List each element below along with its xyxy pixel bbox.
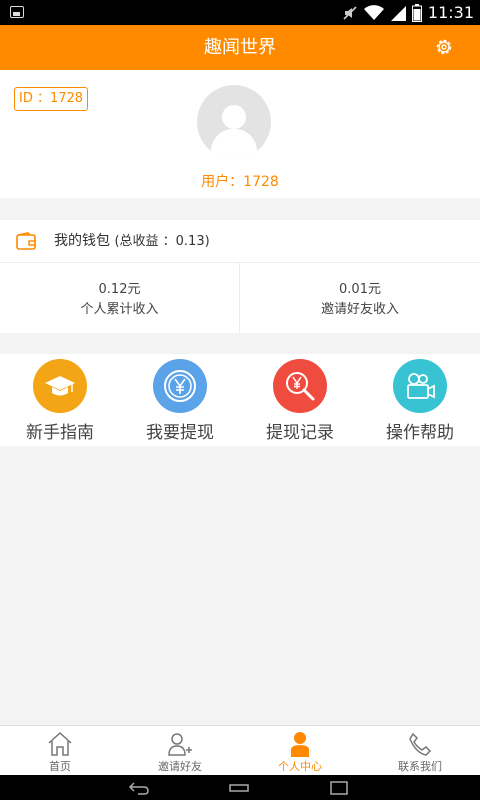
nav-item-invite-friends[interactable]: 邀请好友 (120, 726, 240, 776)
add-friend-icon (168, 733, 192, 756)
personal-income-label: 个人累计收入 (80, 302, 159, 317)
phone-icon (409, 732, 432, 756)
nav-item-contact-us[interactable]: 联系我们 (360, 726, 480, 776)
wallet-title: 我的钱包 (54, 233, 110, 249)
feature-menu: 新手指南 我要提现 提现记录 操作帮助 (0, 354, 480, 446)
bottom-nav: 首页 邀请好友 个人中心 联系我们 (0, 725, 480, 775)
nav-item-personal-center[interactable]: 个人中心 (240, 726, 360, 776)
nav-label: 首页 (49, 760, 71, 773)
home-button-icon[interactable] (229, 781, 249, 795)
video-camera-icon (393, 359, 447, 413)
mute-icon (343, 5, 357, 20)
menu-item-beginner-guide[interactable]: 新手指南 (0, 354, 120, 446)
menu-label: 提现记录 (266, 423, 334, 443)
signal-icon (390, 5, 406, 21)
wallet-section: 我的钱包 (总收益 ：0.13) 0.12元 个人累计收入 0.01元 邀请好友… (0, 220, 480, 333)
personal-income[interactable]: 0.12元 个人累计收入 (0, 263, 240, 333)
home-icon (48, 731, 72, 756)
nav-label: 个人中心 (278, 760, 322, 773)
personal-income-amount: 0.12元 (98, 282, 141, 297)
username: 用户：1728 (201, 174, 279, 190)
yen-coin-icon (153, 359, 207, 413)
invite-income-amount: 0.01元 (339, 282, 381, 297)
menu-label: 我要提现 (146, 423, 214, 443)
nav-item-home[interactable]: 首页 (0, 726, 120, 776)
menu-item-help[interactable]: 操作帮助 (360, 354, 480, 446)
nav-label: 邀请好友 (158, 760, 202, 773)
menu-label: 操作帮助 (386, 423, 454, 443)
recent-apps-icon[interactable] (330, 781, 348, 795)
person-icon (291, 732, 309, 757)
invite-income[interactable]: 0.01元 邀请好友收入 (240, 263, 480, 333)
menu-label: 新手指南 (26, 423, 94, 443)
battery-icon (411, 3, 422, 22)
status-bar: 11:31 (0, 0, 480, 25)
page-title: 趣闻世界 (204, 37, 276, 58)
wallet-header[interactable]: 我的钱包 (总收益 ：0.13) (0, 220, 480, 263)
user-id-badge: ID ：1728 (14, 87, 89, 111)
menu-item-withdraw-records[interactable]: 提现记录 (240, 354, 360, 446)
menu-item-withdraw[interactable]: 我要提现 (120, 354, 240, 446)
yen-search-icon (273, 359, 327, 413)
system-nav-bar (0, 775, 480, 800)
wallet-total-earnings: (总收益 ：0.13) (114, 234, 210, 249)
avatar[interactable] (197, 85, 271, 159)
wallet-icon (16, 232, 36, 250)
wifi-icon (363, 4, 384, 20)
app-header: 趣闻世界 (0, 25, 480, 70)
gear-icon[interactable] (434, 37, 454, 57)
back-icon[interactable] (128, 781, 150, 795)
graduation-cap-icon (33, 359, 87, 413)
invite-income-label: 邀请好友收入 (320, 302, 399, 317)
status-time: 11:31 (427, 3, 474, 22)
nav-label: 联系我们 (398, 760, 442, 773)
gallery-notification-icon (10, 6, 24, 18)
profile-card: ID ：1728 用户：1728 (0, 70, 480, 198)
